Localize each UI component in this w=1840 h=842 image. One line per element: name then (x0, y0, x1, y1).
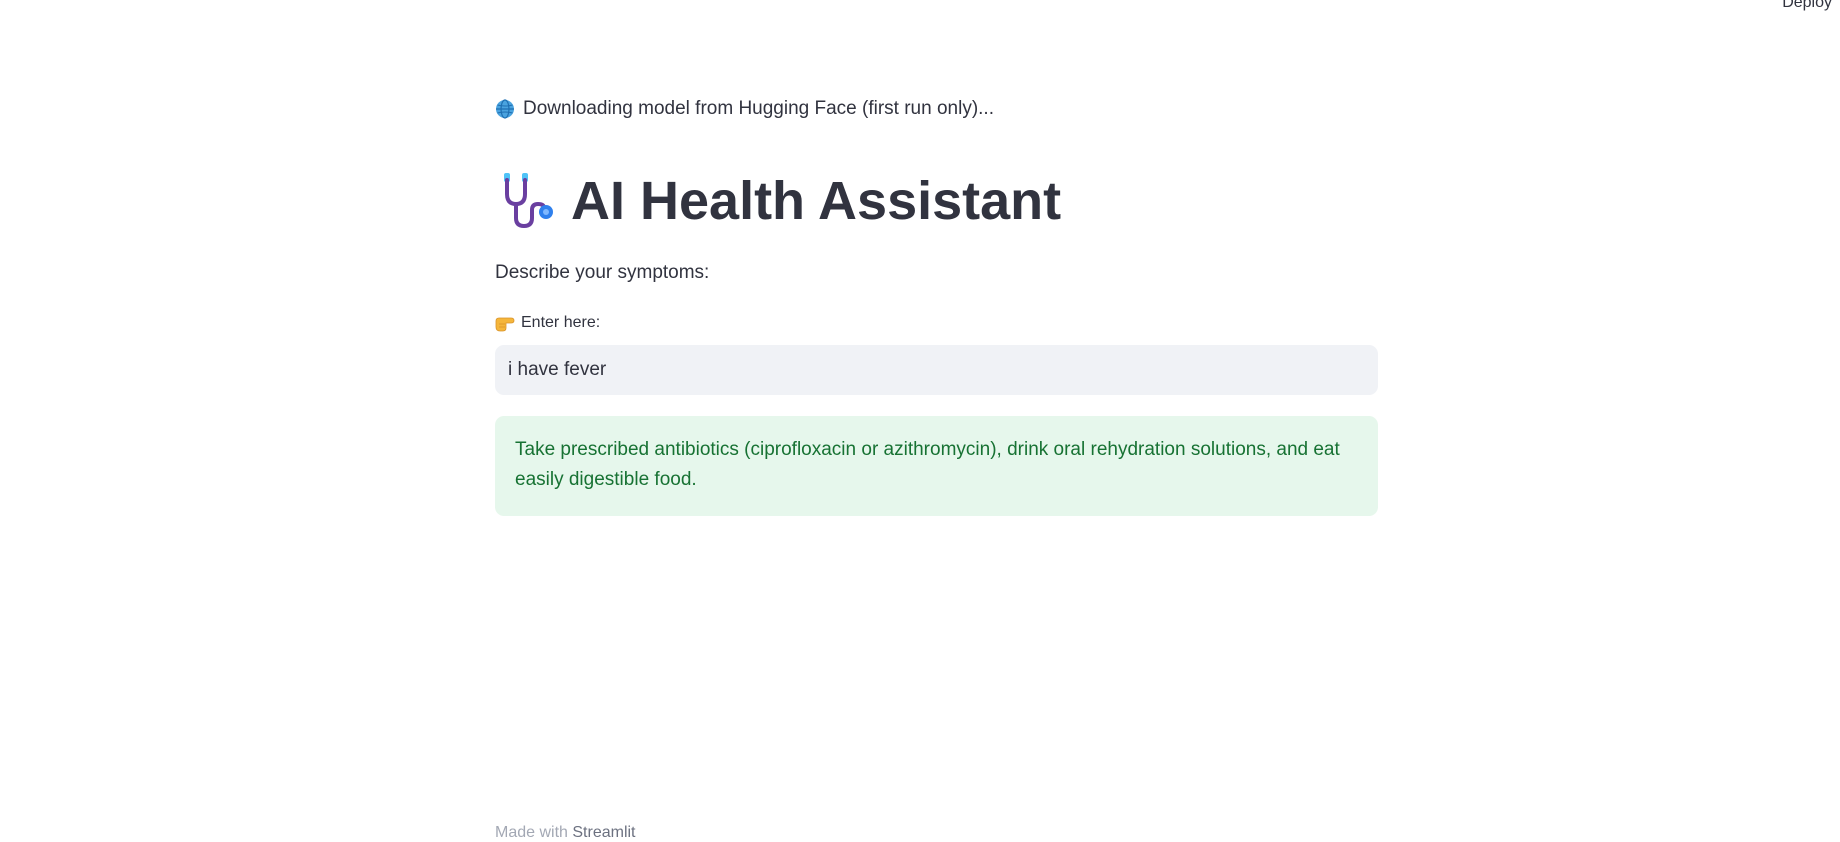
main-content: Downloading model from Hugging Face (fir… (495, 0, 1378, 841)
recommendation-text: Take prescribed antibiotics (ciprofloxac… (515, 439, 1340, 490)
symptoms-prompt: Describe your symptoms: (495, 262, 710, 283)
recommendation-box: Take prescribed antibiotics (ciprofloxac… (495, 416, 1378, 516)
symptoms-input[interactable] (495, 345, 1378, 395)
status-text: Downloading model from Hugging Face (fir… (523, 98, 994, 119)
pointing-hand-icon (495, 314, 515, 332)
deploy-button[interactable]: Deploy (1776, 0, 1838, 12)
input-label-text: Enter here: (521, 314, 601, 331)
globe-icon (495, 99, 515, 119)
streamlit-link[interactable]: Streamlit (572, 824, 635, 841)
status-message: Downloading model from Hugging Face (fir… (495, 98, 994, 120)
stethoscope-icon (495, 170, 557, 232)
footer: Made with Streamlit (495, 824, 636, 842)
footer-prefix: Made with (495, 824, 573, 841)
page-title: AI Health Assistant (571, 171, 1062, 231)
title-row: AI Health Assistant (495, 170, 1061, 232)
input-label: Enter here: (495, 314, 600, 332)
